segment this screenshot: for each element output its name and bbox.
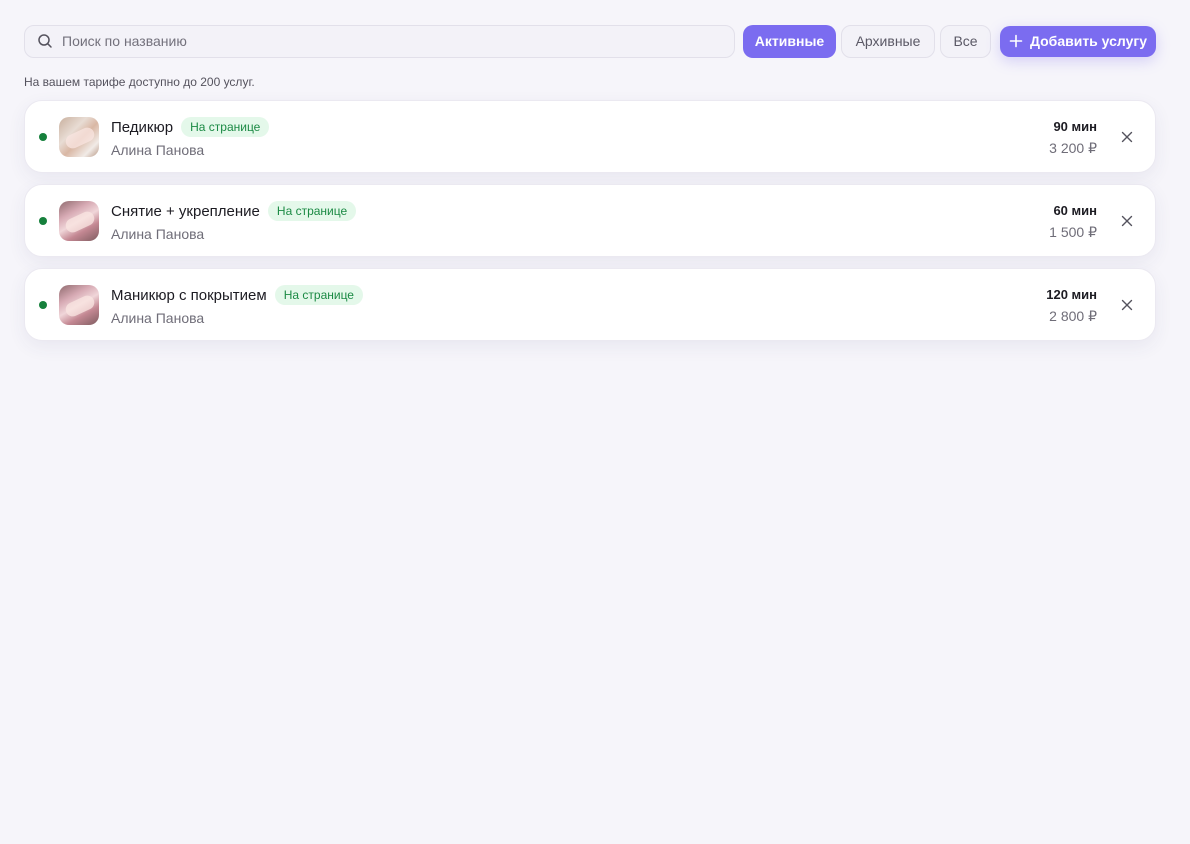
services-list: Педикюр На странице Алина Панова 90 мин …	[24, 100, 1156, 341]
plus-icon	[1009, 34, 1023, 48]
filter-all-button[interactable]: Все	[940, 24, 991, 58]
service-title: Маникюр с покрытием	[111, 286, 267, 304]
status-badge: На странице	[274, 285, 363, 305]
service-duration: 90 мин	[1053, 119, 1097, 134]
service-title-row: Маникюр с покрытием На странице	[111, 285, 363, 305]
search-input[interactable]	[62, 33, 702, 49]
close-icon	[1121, 299, 1133, 311]
service-card[interactable]: Снятие + укрепление На странице Алина Па…	[24, 184, 1156, 257]
service-price: 3 200 ₽	[1049, 140, 1097, 156]
search-icon	[38, 34, 52, 48]
close-icon	[1121, 215, 1133, 227]
service-title: Снятие + укрепление	[111, 202, 260, 220]
service-thumbnail	[59, 201, 99, 241]
toolbar: Активные Архивные Все Добавить услугу	[24, 24, 1156, 58]
service-title: Педикюр	[111, 118, 174, 136]
remove-service-button[interactable]	[1119, 297, 1135, 313]
remove-service-button[interactable]	[1119, 129, 1135, 145]
search-box[interactable]	[24, 24, 735, 58]
service-title-row: Педикюр На странице	[111, 117, 270, 137]
services-page: Активные Архивные Все Добавить услугу На…	[24, 24, 1156, 352]
status-dot	[39, 133, 47, 141]
service-thumbnail	[59, 117, 99, 157]
service-title-row: Снятие + укрепление На странице	[111, 201, 357, 221]
service-price: 2 800 ₽	[1049, 308, 1097, 324]
tariff-note: На вашем тарифе доступно до 200 услуг.	[24, 75, 255, 89]
add-service-label: Добавить услугу	[1029, 33, 1148, 49]
service-master: Алина Панова	[111, 142, 205, 158]
close-icon	[1121, 131, 1133, 143]
filter-active-button[interactable]: Активные	[743, 24, 836, 58]
filter-archive-button[interactable]: Архивные	[841, 24, 935, 58]
service-thumbnail	[59, 285, 99, 325]
status-dot	[39, 217, 47, 225]
add-service-button[interactable]: Добавить услугу	[1000, 25, 1156, 57]
service-master: Алина Панова	[111, 226, 205, 242]
status-badge: На странице	[181, 117, 270, 137]
status-badge: На странице	[267, 201, 357, 221]
service-card[interactable]: Педикюр На странице Алина Панова 90 мин …	[24, 100, 1156, 173]
service-price: 1 500 ₽	[1049, 224, 1097, 240]
service-master: Алина Панова	[111, 310, 205, 326]
remove-service-button[interactable]	[1119, 213, 1135, 229]
status-dot	[39, 301, 47, 309]
service-card[interactable]: Маникюр с покрытием На странице Алина Па…	[24, 268, 1156, 341]
service-duration: 60 мин	[1053, 203, 1097, 218]
service-duration: 120 мин	[1046, 287, 1097, 302]
